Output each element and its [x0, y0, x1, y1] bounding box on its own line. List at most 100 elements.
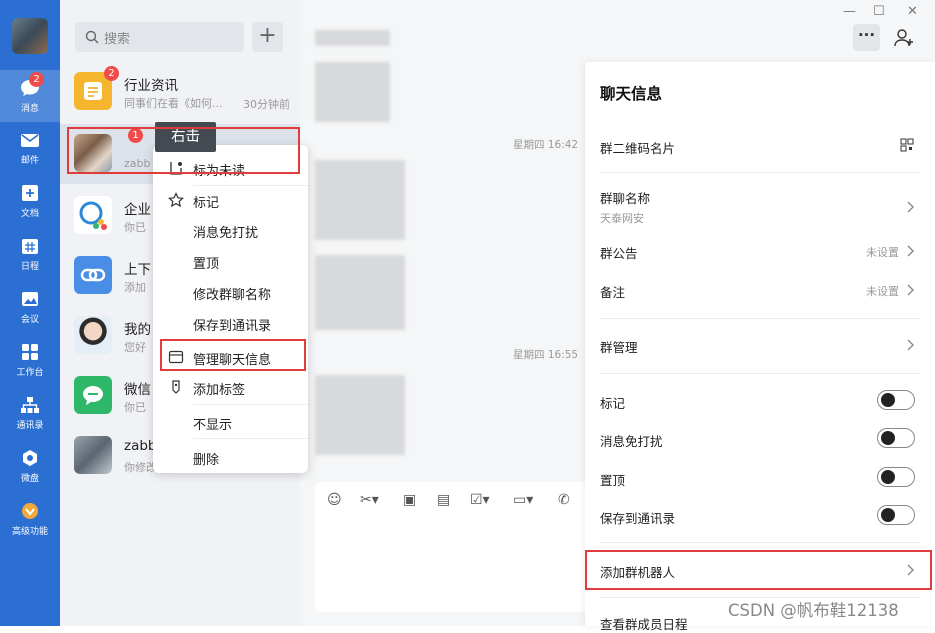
emoji-icon[interactable]: ☺ [327, 492, 342, 508]
nav-mail[interactable]: 邮件 [0, 122, 60, 174]
qr-code-icon [900, 138, 914, 152]
conversation-preview: 同事们在看《如何... [124, 97, 223, 110]
menu-item-label: 修改群聊名称 [193, 288, 272, 303]
wework-logo-icon [74, 196, 112, 234]
nav-drive-label: 微盘 [20, 474, 39, 484]
drive-icon [23, 450, 37, 466]
message-timestamp: 星期四 16:55 [513, 349, 579, 361]
toggle-label: 置顶 [600, 473, 626, 488]
message-redacted [315, 375, 405, 455]
nav-mail-label: 邮件 [20, 156, 39, 166]
message-redacted [315, 160, 405, 240]
menu-item-mark[interactable]: 标记 [153, 185, 308, 215]
menu-item-label: 保存到通讯录 [193, 319, 272, 334]
group-avatar [74, 436, 112, 474]
message-redacted [315, 62, 390, 122]
chevron-right-icon [907, 284, 914, 296]
mail-icon [21, 134, 39, 147]
wechat-icon [74, 376, 112, 414]
list-item[interactable]: 2 行业资讯 同事们在看《如何... 30分钟前 [60, 62, 300, 122]
conversation-name: 我的 [124, 322, 151, 338]
message-composer[interactable]: ☺ ✂▾ ▣ ▤ ☑▾ ▭▾ ✆ [315, 482, 590, 612]
search-icon [85, 30, 99, 44]
nav-workbench[interactable]: 工作台 [0, 334, 60, 386]
watermark: CSDN @帆布鞋12138 [728, 601, 899, 620]
nav-messages-label: 消息 [20, 104, 39, 114]
nav-premium[interactable]: 高级功能 [0, 493, 60, 545]
context-menu: 标为未读 标记 消息免打扰 置顶 修改群聊名称 保存到通讯录 管理聊天信息 添加… [153, 145, 308, 473]
conversation-name: 微信 [124, 382, 151, 398]
menu-item-delete[interactable]: 删除 [153, 442, 308, 472]
group-manage-row[interactable]: 群管理 [600, 337, 920, 356]
divider [193, 438, 308, 439]
nav-drive[interactable]: 微盘 [0, 440, 60, 492]
search-input[interactable]: 搜索 [75, 22, 244, 52]
toggle-label: 标记 [600, 396, 626, 411]
user-avatar[interactable] [12, 18, 48, 54]
panel-title: 聊天信息 [600, 85, 663, 103]
contact-avatar [74, 316, 112, 354]
folder-icon[interactable]: ▭▾ [513, 492, 533, 508]
divider [600, 542, 920, 543]
search-placeholder: 搜索 [104, 31, 131, 47]
nav-docs[interactable]: 文档 [0, 175, 60, 227]
nav-meeting[interactable]: 会议 [0, 281, 60, 333]
close-button[interactable]: ✕ [907, 4, 918, 19]
toggle-label: 保存到通讯录 [600, 511, 676, 526]
note-value: 未设置 [866, 285, 899, 298]
document-icon[interactable]: ▤ [437, 492, 450, 508]
add-button[interactable]: + [252, 22, 283, 52]
message-timestamp: 星期四 16:42 [513, 139, 579, 151]
org-chart-icon [21, 397, 39, 413]
conversation-preview: 您好 [124, 341, 146, 354]
maximize-button[interactable]: ☐ [873, 4, 885, 19]
menu-item-add-tag[interactable]: 添加标签 [153, 372, 308, 402]
divider [600, 172, 920, 173]
save-contact-toggle[interactable] [877, 505, 915, 525]
chevron-right-icon [907, 245, 914, 257]
image-icon[interactable]: ▣ [403, 492, 416, 508]
nav-contacts[interactable]: 通讯录 [0, 387, 60, 439]
mute-toggle[interactable] [877, 428, 915, 448]
nav-meeting-label: 会议 [20, 315, 39, 325]
menu-item-label: 不显示 [193, 418, 233, 433]
menu-item-label: 消息免打扰 [193, 226, 259, 241]
highlight-box [585, 550, 932, 590]
nav-calendar-label: 日程 [20, 262, 39, 272]
menu-item-rename[interactable]: 修改群聊名称 [153, 277, 308, 307]
minimize-button[interactable]: — [843, 4, 856, 19]
divider [193, 404, 308, 405]
nav-contacts-label: 通讯录 [16, 421, 44, 431]
add-member-icon[interactable] [893, 27, 915, 49]
chat-title-redacted [315, 30, 390, 46]
conversation-name: 上下 [124, 262, 151, 278]
nav-messages[interactable]: 消息 2 [0, 70, 60, 122]
todo-icon[interactable]: ☑▾ [470, 492, 490, 508]
menu-item-label: 删除 [193, 453, 220, 468]
menu-item-pin[interactable]: 置顶 [153, 246, 308, 276]
menu-item-hide[interactable]: 不显示 [153, 407, 308, 437]
mark-toggle[interactable] [877, 390, 915, 410]
menu-item-label: 标记 [193, 196, 220, 211]
pin-toggle[interactable] [877, 467, 915, 487]
chevron-right-icon [907, 339, 914, 351]
tag-icon [172, 380, 180, 394]
unread-badge: 2 [104, 66, 119, 81]
more-icon[interactable]: ··· [853, 24, 880, 51]
message-redacted [315, 255, 405, 330]
qr-code-row[interactable]: 群二维码名片 [600, 138, 920, 157]
screenshot-icon[interactable]: ✂▾ [360, 492, 379, 508]
menu-item-mute[interactable]: 消息免打扰 [153, 215, 308, 245]
menu-item-save-contact[interactable]: 保存到通讯录 [153, 308, 308, 338]
conversation-preview: 添加 [124, 281, 146, 294]
chat-info-panel: 聊天信息 群二维码名片 群聊名称 天泰网安 群公告 未设置 备注 未设置 群管理… [585, 62, 935, 632]
highlight-box [160, 339, 306, 371]
phone-icon[interactable]: ✆ [558, 492, 570, 508]
nav-calendar[interactable]: 日程 [0, 228, 60, 280]
document-icon [22, 185, 38, 201]
conversation-name: zabb [124, 438, 157, 454]
group-name-row[interactable]: 群聊名称 [600, 188, 920, 207]
conversation-name: 企业 [124, 202, 151, 218]
chat-header [300, 0, 935, 60]
nav-workbench-label: 工作台 [16, 368, 44, 378]
